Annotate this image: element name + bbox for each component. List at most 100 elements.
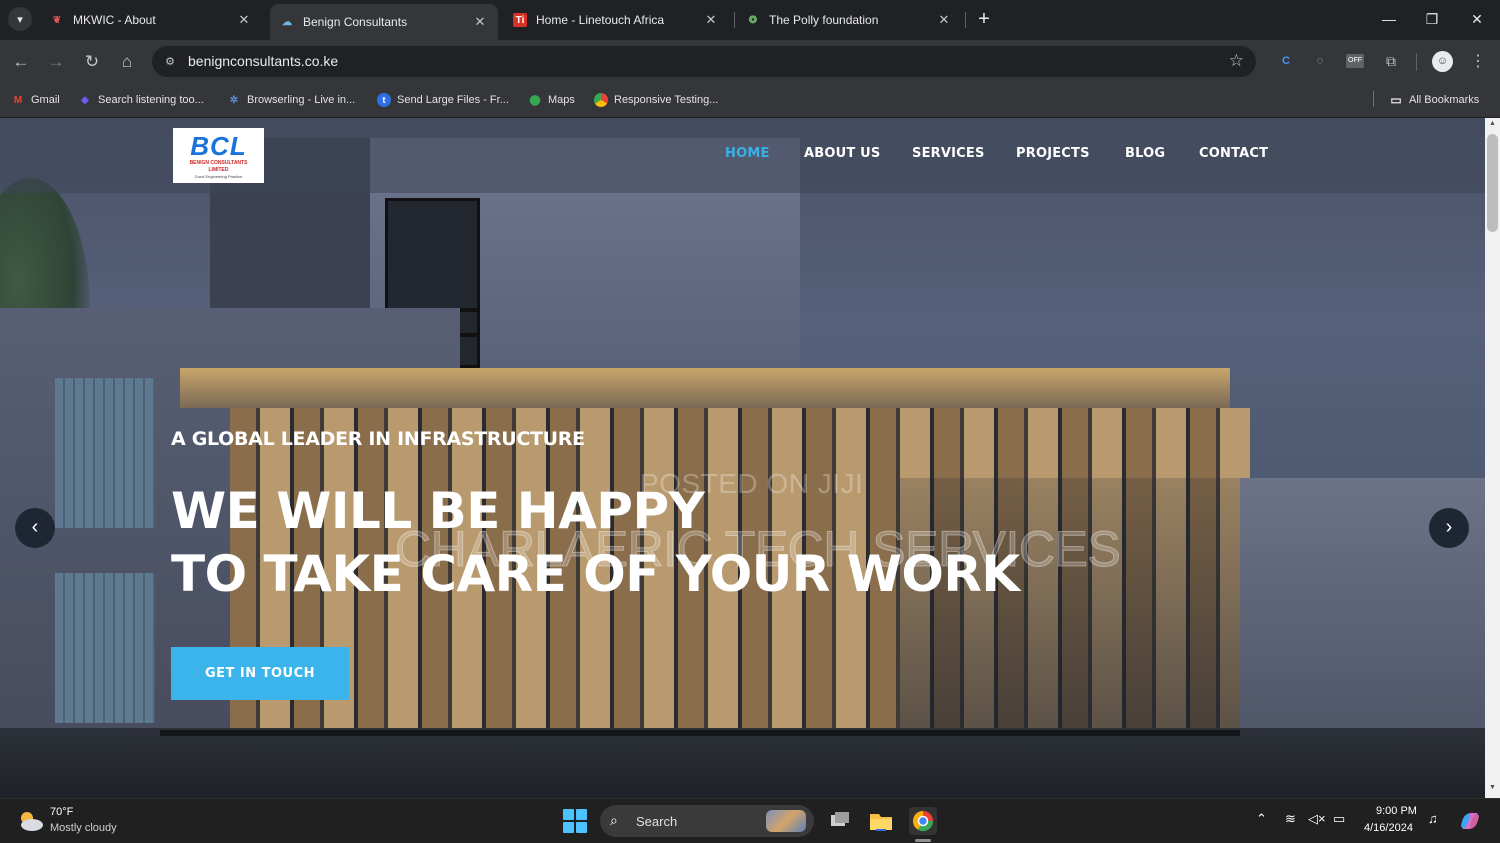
nav-contact[interactable]: CONTACT <box>1199 146 1268 161</box>
clock-date[interactable]: 4/16/2024 <box>1364 822 1413 834</box>
tray-overflow-chevron-icon[interactable]: ⌃ <box>1256 811 1267 827</box>
search-listening-icon: ◆ <box>81 94 89 106</box>
tab-title: Home - Linetouch Africa <box>536 13 665 27</box>
tab-search-button[interactable]: ▾ <box>8 7 32 31</box>
bookmark-browserling[interactable]: ✲ Browserling - Live in... <box>227 91 355 109</box>
extension-c-icon[interactable]: C <box>1277 52 1295 70</box>
extension-sync-icon[interactable]: ◌ <box>1311 52 1329 70</box>
clock-time[interactable]: 9:00 PM <box>1376 805 1417 817</box>
site-header: BCL BENIGN CONSULTANTS LIMITED Good Engi… <box>0 118 1485 193</box>
bookmark-send-files[interactable]: t Send Large Files - Fr... <box>377 91 509 109</box>
scroll-up-icon[interactable]: ▲ <box>1485 120 1500 130</box>
close-icon[interactable]: ✕ <box>236 12 252 28</box>
profile-avatar[interactable]: ☺ <box>1432 51 1453 72</box>
send-files-icon: t <box>377 93 391 107</box>
tab-separator <box>965 12 966 28</box>
gmail-icon: M <box>13 94 23 106</box>
nav-blog[interactable]: BLOG <box>1125 146 1165 161</box>
screen: ▾ ❦ MKWIC - About ✕ ☁ Benign Consultants… <box>0 0 1500 843</box>
close-icon[interactable]: ✕ <box>472 14 488 30</box>
all-bookmarks-label: All Bookmarks <box>1409 94 1480 106</box>
tab-linetouch[interactable]: Ti Home - Linetouch Africa ✕ <box>503 4 729 36</box>
logo-name: BENIGN CONSULTANTS LIMITED <box>189 160 248 173</box>
windows-start-icon[interactable] <box>563 809 587 833</box>
restore-button[interactable]: ❐ <box>1418 6 1446 32</box>
tab-benign-consultants[interactable]: ☁ Benign Consultants ✕ <box>270 4 498 40</box>
weather-description[interactable]: Mostly cloudy <box>50 822 117 834</box>
extensions-puzzle-icon[interactable]: ⧉ <box>1382 52 1400 70</box>
bookmark-label: Gmail <box>31 94 60 106</box>
file-explorer-icon[interactable] <box>867 807 895 835</box>
linetouch-favicon-icon: Ti <box>513 13 527 27</box>
bookmark-label: Send Large Files - Fr... <box>397 94 509 106</box>
chevron-left-icon: ‹ <box>31 516 39 538</box>
slider-prev-button[interactable]: ‹ <box>15 508 55 548</box>
hero-kicker: A GLOBAL LEADER IN INFRASTRUCTURE <box>171 428 585 450</box>
url-text[interactable]: benignconsultants.co.ke <box>188 53 338 69</box>
tab-strip: ▾ ❦ MKWIC - About ✕ ☁ Benign Consultants… <box>0 0 1500 40</box>
polly-favicon-icon: ❂ <box>748 14 758 26</box>
nav-projects[interactable]: PROJECTS <box>1016 146 1090 161</box>
scroll-thumb[interactable] <box>1487 134 1498 232</box>
scroll-down-icon[interactable]: ▼ <box>1485 784 1500 794</box>
bookmark-label: Search listening too... <box>98 94 204 106</box>
close-icon[interactable]: ✕ <box>703 12 719 28</box>
forward-button[interactable]: → <box>44 50 68 74</box>
search-icon: ⌕ <box>610 812 618 828</box>
home-button[interactable]: ⌂ <box>115 50 139 74</box>
slider-next-button[interactable]: › <box>1429 508 1469 548</box>
notification-bell-icon[interactable]: ♫ <box>1428 811 1438 826</box>
tab-title: MKWIC - About <box>73 13 156 27</box>
chrome-taskbar-icon[interactable] <box>909 807 937 835</box>
minimize-button[interactable]: — <box>1375 6 1403 32</box>
site-logo[interactable]: BCL BENIGN CONSULTANTS LIMITED Good Engi… <box>173 128 264 183</box>
logo-mark: BCL <box>190 131 247 161</box>
page-viewport: BCL BENIGN CONSULTANTS LIMITED Good Engi… <box>0 118 1500 798</box>
all-bookmarks-button[interactable]: ▭ All Bookmarks <box>1389 91 1479 109</box>
tab-title: Benign Consultants <box>303 15 408 29</box>
extension-off-icon[interactable]: OFF <box>1346 54 1364 68</box>
reload-button[interactable]: ↻ <box>80 50 104 74</box>
weather-temperature[interactable]: 70°F <box>50 806 73 818</box>
weather-cloud-icon[interactable] <box>16 809 44 833</box>
benign-favicon-icon: ☁ <box>282 16 292 28</box>
tab-polly-foundation[interactable]: ❂ The Polly foundation ✕ <box>736 4 962 36</box>
page-scrollbar[interactable]: ▲ ▼ <box>1485 118 1500 798</box>
wifi-icon[interactable]: ≋ <box>1285 811 1296 827</box>
bookmarks-divider <box>1373 91 1374 107</box>
get-in-touch-button[interactable]: GET IN TOUCH <box>171 647 349 700</box>
battery-icon[interactable]: ▭ <box>1333 811 1345 827</box>
menu-kebab-icon[interactable]: ⋮ <box>1466 50 1490 74</box>
tab-separator <box>734 12 735 28</box>
site-info-icon[interactable]: ⚙ <box>162 54 178 70</box>
logo-tagline: Good Engineering Practice <box>194 174 243 179</box>
chevron-right-icon: › <box>1445 516 1453 538</box>
watermark-line-2: CHARLAERIC TECH SERVICES <box>394 521 1121 578</box>
nav-services[interactable]: SERVICES <box>912 146 985 161</box>
task-view-icon[interactable] <box>826 807 854 835</box>
back-button[interactable]: ← <box>9 50 33 74</box>
nav-about-us[interactable]: ABOUT US <box>804 146 881 161</box>
window-close-button[interactable]: ✕ <box>1463 6 1491 32</box>
bookmark-responsive-testing[interactable]: Responsive Testing... <box>594 91 718 109</box>
bookmark-search-listening[interactable]: ◆ Search listening too... <box>78 91 204 109</box>
copilot-icon[interactable] <box>1457 808 1485 836</box>
taskbar-search[interactable]: ⌕ Search <box>600 805 814 837</box>
mkwic-favicon-icon: ❦ <box>52 14 62 26</box>
taskbar-search-label: Search <box>636 814 678 829</box>
maps-icon: ⬤ <box>529 94 541 106</box>
nav-home[interactable]: HOME <box>725 146 770 161</box>
hero-slider: BCL BENIGN CONSULTANTS LIMITED Good Engi… <box>0 118 1485 798</box>
bookmark-star-icon[interactable]: ☆ <box>1229 51 1244 71</box>
address-bar[interactable]: ⚙ benignconsultants.co.ke ☆ <box>152 46 1256 77</box>
bookmarks-bar: M Gmail ◆ Search listening too... ✲ Brow… <box>0 83 1500 118</box>
watermark-line-1: POSTED ON JIJI <box>640 468 864 499</box>
tab-mkwic[interactable]: ❦ MKWIC - About ✕ <box>40 4 262 36</box>
browserling-icon: ✲ <box>229 94 239 106</box>
new-tab-button[interactable]: + <box>974 8 994 30</box>
volume-muted-icon[interactable]: ◁× <box>1308 811 1326 827</box>
bookmark-maps[interactable]: ⬤ Maps <box>528 91 575 109</box>
bookmark-gmail[interactable]: M Gmail <box>11 91 60 109</box>
tab-title: The Polly foundation <box>769 13 879 27</box>
close-icon[interactable]: ✕ <box>936 12 952 28</box>
